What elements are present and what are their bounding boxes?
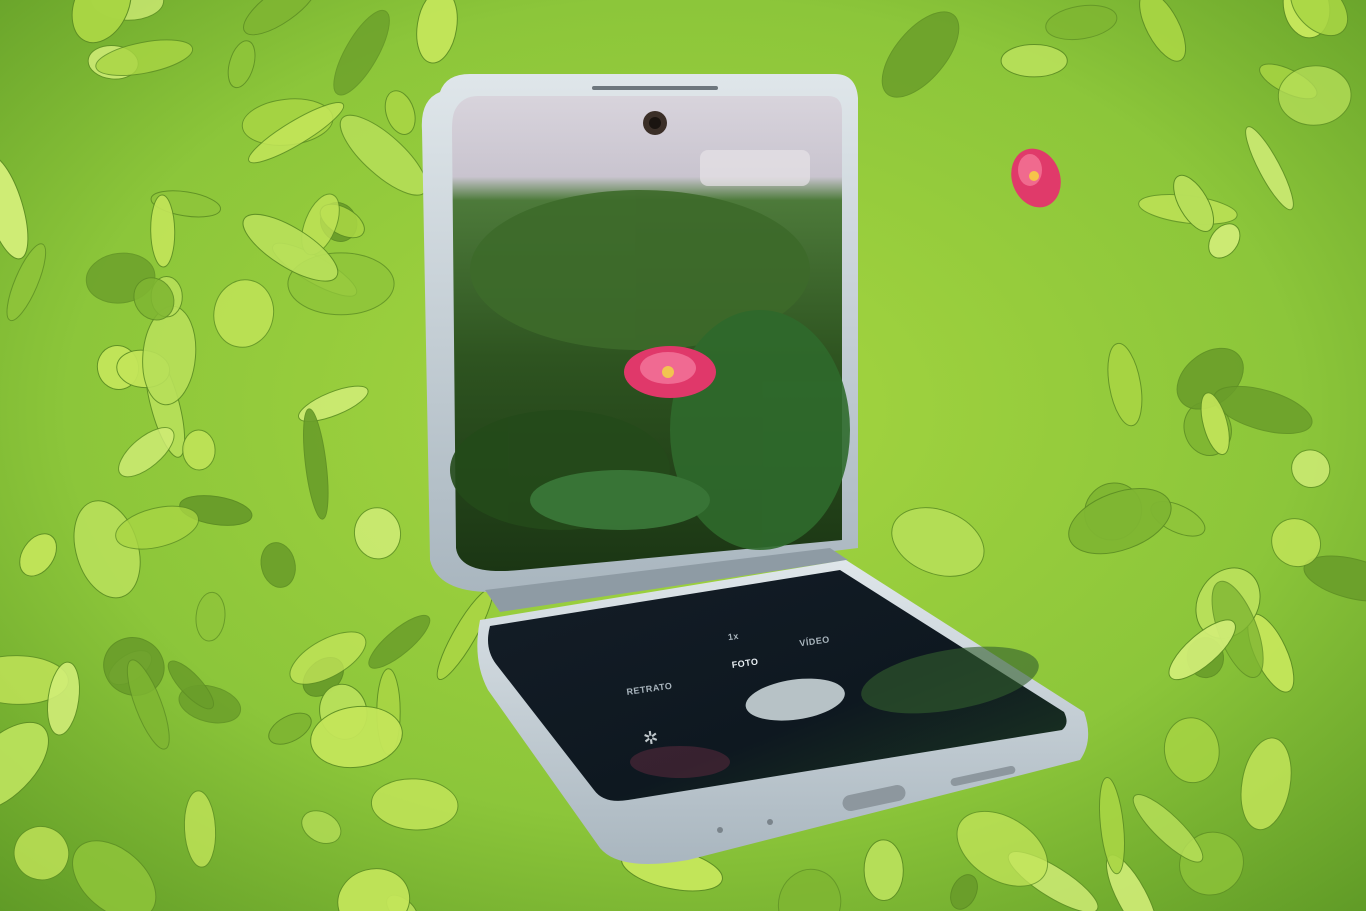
earpiece [592, 86, 718, 90]
leaf [863, 839, 904, 901]
settings-icon[interactable]: ✲ [642, 727, 660, 750]
flower-reflection [624, 346, 716, 398]
leaf [1000, 44, 1068, 78]
photo-scene: 1x RETRATO FOTO VÍDEO ✲ [0, 0, 1366, 911]
microphone-hole [767, 819, 773, 825]
zoom-label[interactable]: 1x [727, 631, 739, 642]
